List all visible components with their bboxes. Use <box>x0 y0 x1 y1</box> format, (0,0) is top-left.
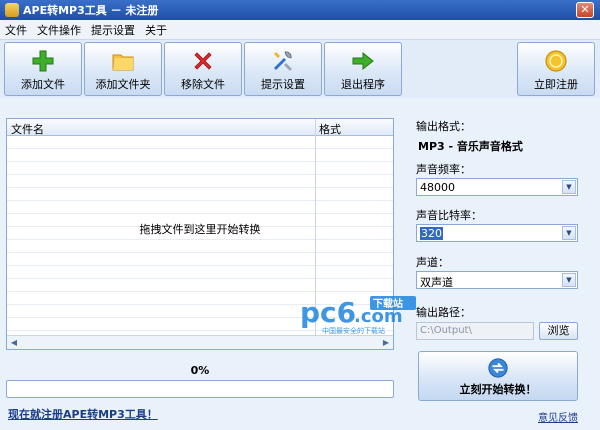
bitrate-value: 320 <box>420 227 443 240</box>
plus-icon <box>32 50 54 72</box>
drop-hint: 拖拽文件到这里开始转换 <box>139 223 261 236</box>
close-button[interactable]: ✕ <box>576 2 594 18</box>
watermark-badge: 下载站 <box>373 297 403 310</box>
register-link[interactable]: 现在就注册APE转MP3工具！ <box>8 406 158 422</box>
window-title: APE转MP3工具 － 未注册 <box>23 4 159 17</box>
progress-percent: 0% <box>190 364 210 377</box>
watermark-tagline: 中国最安全的下载站 <box>322 326 385 335</box>
app-icon <box>5 3 19 17</box>
scroll-right-icon[interactable]: ▶ <box>379 336 393 349</box>
add-file-label: 添加文件 <box>21 78 65 91</box>
menu-file[interactable]: 文件 <box>0 22 32 38</box>
prompt-settings-button[interactable]: 提示设置 <box>244 42 322 96</box>
chevron-down-icon[interactable]: ▼ <box>562 273 576 287</box>
channel-value: 双声道 <box>420 276 453 289</box>
remove-file-button[interactable]: 移除文件 <box>164 42 242 96</box>
output-format-value: MP3 - 音乐声音格式 <box>418 140 523 153</box>
output-path-label: 输出路径： <box>416 306 471 319</box>
scroll-left-icon[interactable]: ◀ <box>7 336 21 349</box>
arrow-right-icon <box>352 51 374 71</box>
output-format-label: 输出格式： <box>416 120 471 133</box>
title-bar: APE转MP3工具 － 未注册 ✕ <box>0 0 600 20</box>
add-folder-button[interactable]: 添加文件夹 <box>84 42 162 96</box>
menu-file-ops[interactable]: 文件操作 <box>32 22 86 38</box>
sample-rate-select[interactable]: 48000 ▼ <box>416 178 578 196</box>
remove-file-label: 移除文件 <box>181 78 225 91</box>
convert-icon <box>488 358 508 378</box>
output-path-input[interactable]: C:\Output\ <box>416 322 534 340</box>
exit-button[interactable]: 退出程序 <box>324 42 402 96</box>
watermark-brand: pc6 <box>300 296 356 329</box>
feedback-link[interactable]: 意见反馈 <box>538 409 578 424</box>
column-filename[interactable]: 文件名 <box>11 121 44 137</box>
menu-about[interactable]: 关于 <box>140 22 172 38</box>
browse-button[interactable]: 浏览 <box>539 322 578 340</box>
progress-bar <box>6 380 394 398</box>
start-convert-label: 立刻开始转换！ <box>459 383 537 396</box>
toolbar: 添加文件 添加文件夹 移除文件 提示设置 退出程序 立即注册 <box>0 40 600 98</box>
channel-label: 声道： <box>416 256 449 269</box>
prompt-settings-label: 提示设置 <box>261 78 305 91</box>
start-convert-button[interactable]: 立刻开始转换！ <box>418 351 578 401</box>
sample-rate-value: 48000 <box>420 181 455 194</box>
add-folder-label: 添加文件夹 <box>95 78 151 91</box>
pc6-watermark: pc6 .com 下载站 中国最安全的下载站 <box>300 296 416 335</box>
tools-icon <box>274 51 292 71</box>
menu-bar: 文件 文件操作 提示设置 关于 <box>0 20 600 40</box>
exit-label: 退出程序 <box>341 78 385 91</box>
folder-icon <box>112 54 134 71</box>
file-list-header: 文件名 格式 <box>7 119 393 136</box>
horizontal-scrollbar[interactable]: ◀ ▶ <box>7 335 393 349</box>
bitrate-select[interactable]: 320 ▼ <box>416 224 578 242</box>
register-label: 立即注册 <box>534 78 578 91</box>
add-file-button[interactable]: 添加文件 <box>4 42 82 96</box>
delete-x-icon <box>194 52 212 70</box>
column-format[interactable]: 格式 <box>319 121 341 137</box>
chevron-down-icon[interactable]: ▼ <box>562 226 576 240</box>
sample-rate-label: 声音频率： <box>416 163 471 176</box>
channel-select[interactable]: 双声道 ▼ <box>416 271 578 289</box>
menu-prompt-settings[interactable]: 提示设置 <box>86 22 140 38</box>
register-button[interactable]: 立即注册 <box>517 42 595 96</box>
bitrate-label: 声音比特率： <box>416 209 482 222</box>
chevron-down-icon[interactable]: ▼ <box>562 180 576 194</box>
coin-icon <box>545 50 567 72</box>
